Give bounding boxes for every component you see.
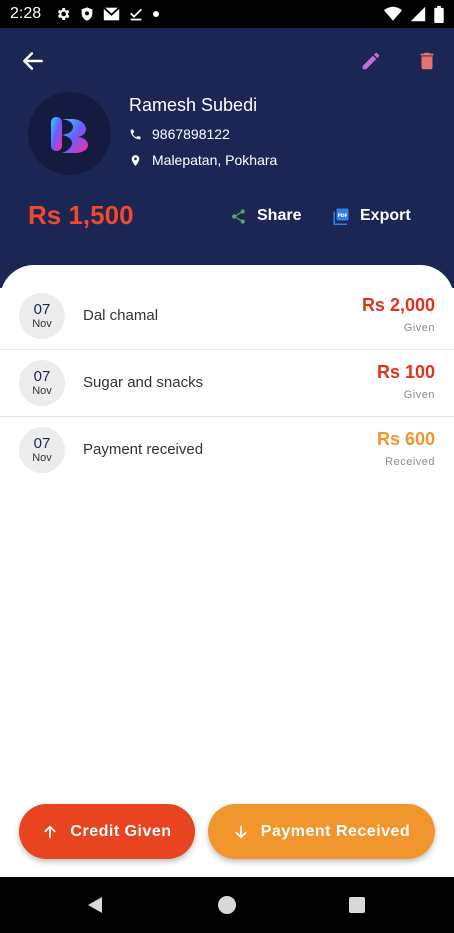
arrow-down-icon	[235, 825, 247, 838]
transaction-type: Given	[403, 322, 435, 334]
edit-customer-button[interactable]	[360, 50, 382, 72]
date-day: 07	[33, 367, 51, 385]
transaction-type: Received	[385, 456, 435, 468]
customer-header: Ramesh Subedi 9867898122 Malepatan, Pokh…	[0, 28, 454, 288]
app-screen: 2:28 Ramesh Subedi 9867898122 Malepatan,…	[0, 0, 454, 933]
nav-back-icon[interactable]	[86, 896, 104, 914]
transaction-amount: Rs 600	[376, 429, 435, 449]
date-badge: 07 Nov	[19, 427, 65, 473]
transaction-type: Given	[403, 389, 435, 401]
transaction-row[interactable]: 07 Nov Payment received Rs 600 Received	[0, 417, 454, 484]
pencil-icon	[362, 52, 380, 70]
brand-logo-icon	[50, 116, 88, 153]
date-month: Nov	[32, 317, 52, 330]
date-day: 07	[33, 434, 51, 452]
share-label: Share	[257, 207, 302, 224]
customer-phone-row: 9867898122	[129, 126, 230, 142]
transaction-description: Dal chamal	[83, 307, 159, 324]
arrow-left-icon	[23, 52, 43, 70]
credit-given-label: Credit Given	[70, 822, 172, 840]
phone-icon	[130, 129, 141, 139]
transaction-row[interactable]: 07 Nov Dal chamal Rs 2,000 Given	[0, 283, 454, 350]
pdf-icon: PDF	[333, 208, 349, 225]
payment-received-label: Payment Received	[260, 822, 411, 840]
signal-icon	[410, 6, 426, 22]
status-notification-icons	[55, 6, 160, 22]
share-icon	[232, 208, 245, 224]
balance-amount: Rs 1,500	[28, 200, 134, 230]
arrow-up-icon	[44, 825, 56, 838]
status-bar: 2:28	[0, 0, 454, 28]
transactions-list: 07 Nov Dal chamal Rs 2,000 Given 07 Nov …	[0, 265, 454, 885]
transaction-row[interactable]: 07 Nov Sugar and snacks Rs 100 Given	[0, 350, 454, 417]
customer-phone: 9867898122	[152, 126, 230, 142]
trash-icon	[420, 52, 434, 70]
export-label: Export	[360, 207, 411, 224]
customer-avatar	[28, 92, 111, 175]
download-done-icon	[130, 8, 143, 21]
transaction-amount: Rs 100	[376, 362, 435, 382]
battery-icon	[434, 5, 444, 23]
credit-given-button[interactable]: Credit Given	[19, 804, 195, 859]
date-month: Nov	[32, 384, 52, 397]
export-pdf-button[interactable]: PDF Export	[332, 207, 411, 225]
gmail-icon	[103, 7, 120, 21]
date-month: Nov	[32, 451, 52, 464]
share-button[interactable]: Share	[230, 207, 301, 225]
payment-received-button[interactable]: Payment Received	[208, 804, 435, 859]
transaction-description: Payment received	[83, 441, 204, 458]
nav-recents-icon[interactable]	[349, 897, 365, 913]
shield-icon	[81, 7, 93, 21]
date-day: 07	[33, 300, 51, 318]
svg-text:PDF: PDF	[337, 213, 347, 219]
date-badge: 07 Nov	[19, 293, 65, 339]
back-button[interactable]	[20, 48, 46, 74]
customer-address: Malepatan, Pokhara	[152, 152, 278, 168]
status-system-icons	[384, 5, 444, 23]
delete-customer-button[interactable]	[416, 50, 438, 72]
nav-home-icon[interactable]	[218, 896, 236, 914]
dot-icon	[153, 11, 160, 17]
transaction-amount: Rs 2,000	[361, 295, 435, 315]
customer-address-row: Malepatan, Pokhara	[129, 152, 277, 168]
system-nav-bar	[0, 877, 454, 933]
gear-icon	[58, 8, 70, 20]
customer-name: Ramesh Subedi	[129, 95, 258, 115]
wifi-icon	[384, 6, 402, 21]
date-badge: 07 Nov	[19, 360, 65, 406]
location-pin-icon	[131, 154, 140, 166]
status-time: 2:28	[10, 5, 42, 22]
transaction-description: Sugar and snacks	[83, 374, 204, 391]
